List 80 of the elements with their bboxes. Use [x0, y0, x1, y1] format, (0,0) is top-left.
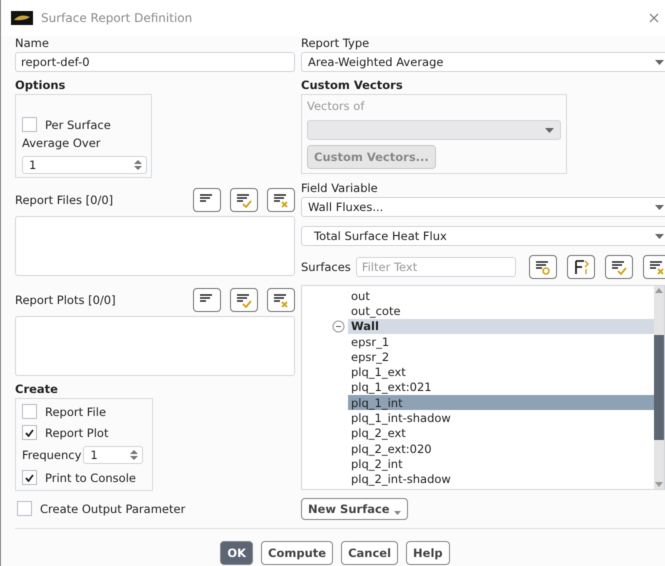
field-label: Average Over — [22, 136, 102, 150]
list-action-button[interactable] — [193, 288, 221, 312]
dialog-button[interactable]: Help — [406, 541, 450, 565]
tree-item[interactable]: out — [348, 288, 654, 304]
spinner-arrows-icon[interactable] — [130, 449, 138, 461]
tree-item[interactable]: plq_2_int — [348, 456, 654, 472]
dropdown-arrow-icon — [545, 128, 554, 132]
list-action-button[interactable] — [193, 188, 221, 212]
window-title: Surface Report Definition — [41, 11, 194, 25]
close-icon[interactable] — [649, 13, 659, 23]
spinner-arrows-icon[interactable] — [134, 159, 142, 171]
checkbox[interactable] — [22, 470, 37, 485]
field-label: Field Variable — [301, 181, 379, 195]
list-x-icon — [272, 292, 290, 308]
checkmark-icon — [25, 428, 34, 436]
app-logo-icon — [11, 11, 33, 25]
list-x-icon — [272, 192, 290, 208]
section-title: Create — [15, 382, 59, 396]
checkbox[interactable] — [17, 501, 32, 516]
sort-icon — [572, 259, 590, 275]
report-type-dropdown[interactable]: Area-Weighted Average — [301, 52, 665, 72]
checkbox-label: Print to Console — [45, 470, 136, 484]
list-title: Report Plots [0/0] — [15, 293, 116, 307]
field-label: Report Type — [301, 36, 370, 50]
tree-item[interactable]: plq_2_ext — [348, 426, 654, 441]
tree-item[interactable]: out_cote — [348, 303, 654, 319]
spinner-field[interactable]: 1 — [22, 156, 147, 174]
field-label: Surfaces — [301, 260, 351, 274]
tree-item[interactable]: plq_2_int-shadow — [348, 472, 654, 487]
dropdown-arrow-icon — [655, 204, 664, 210]
checkbox[interactable] — [22, 117, 37, 132]
list-circle-icon — [534, 259, 552, 275]
tree-group[interactable]: Wall — [348, 318, 654, 334]
dialog-button[interactable]: Compute — [261, 541, 334, 565]
checkbox-label: Per Surface — [45, 118, 111, 132]
checkbox[interactable] — [22, 404, 37, 419]
list-check-icon — [235, 192, 253, 208]
checkbox-label: Report File — [45, 404, 106, 418]
select-all-button[interactable] — [230, 288, 258, 312]
filter-field[interactable]: Filter Text — [356, 257, 516, 277]
spinner-value: 1 — [90, 448, 98, 462]
section-title: Custom Vectors — [301, 78, 404, 92]
name-field[interactable]: report-def-0 — [15, 52, 295, 72]
field-variable-dropdown[interactable]: Wall Fluxes... — [301, 197, 665, 217]
tree-item[interactable]: epsr_1 — [348, 334, 654, 350]
list-check-icon — [235, 292, 253, 308]
dialog-button[interactable]: Cancel — [341, 541, 398, 565]
tree-item[interactable]: epsr_2 — [348, 349, 654, 364]
checkbox[interactable] — [22, 425, 37, 440]
dialog-button[interactable]: OK — [220, 541, 254, 565]
filter-action-button[interactable] — [529, 255, 557, 279]
dropdown-arrow-icon — [655, 234, 664, 238]
spinner-value: 1 — [29, 158, 36, 172]
dropdown-arrow-icon — [655, 60, 664, 64]
checkbox-label: Create Output Parameter — [40, 502, 186, 516]
checkbox-label: Report Plot — [45, 426, 108, 440]
checkmark-icon — [25, 474, 34, 482]
collapse-icon[interactable] — [332, 320, 345, 333]
tree-item[interactable]: plq_1_int-shadow — [348, 410, 654, 426]
field-label: Vectors of — [307, 99, 366, 113]
dropdown-arrow-icon — [394, 511, 401, 515]
field-label: Frequency — [22, 448, 82, 462]
new-surface-button[interactable]: New Surface — [301, 498, 408, 520]
deselect-all-button[interactable] — [643, 255, 665, 279]
deselect-all-button[interactable] — [267, 188, 295, 212]
section-title: Options — [15, 78, 66, 92]
list-title: Report Files [0/0] — [15, 193, 114, 207]
tree-item[interactable]: plq_1_ext:021 — [348, 380, 654, 396]
sort-button[interactable] — [567, 255, 595, 279]
tree-item[interactable]: plq_1_int — [348, 395, 654, 410]
tree-item[interactable]: plq_2_ext:020 — [348, 440, 654, 456]
list-x-icon — [648, 259, 665, 275]
select-all-button[interactable] — [605, 255, 633, 279]
spinner-field[interactable]: 1 — [83, 446, 144, 464]
field-label: Name — [15, 36, 50, 50]
deselect-all-button[interactable] — [267, 288, 295, 312]
tree-item[interactable]: plq_1_ext — [348, 364, 654, 380]
select-all-button[interactable] — [230, 188, 258, 212]
field-subvariable-dropdown[interactable]: Total Surface Heat Flux — [301, 226, 665, 246]
list-check-icon — [610, 259, 628, 275]
